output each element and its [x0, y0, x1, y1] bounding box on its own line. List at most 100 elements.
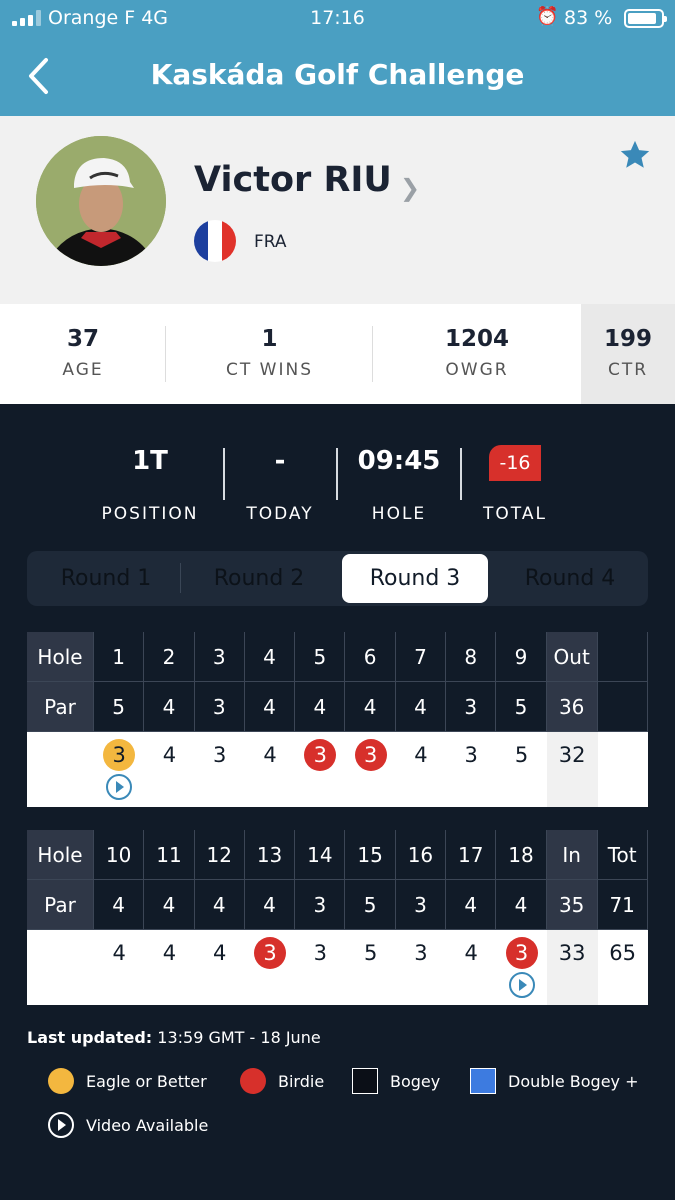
score-row: 4 4 4 3 3 5 3 4 3 33 65	[27, 930, 648, 1005]
chevron-right-icon[interactable]: ❯	[400, 174, 420, 202]
stat-value: 1204	[444, 326, 509, 352]
favorite-star-icon[interactable]	[618, 138, 652, 172]
par-header: Par	[27, 880, 94, 930]
scorecard-front-nine: Hole 1 2 3 4 5 6 7 8 9 Out Par 5 4 3 4 4 4 4 3 5 36 3 4 3 4 3 3 4 3 5 3…	[27, 632, 648, 807]
play-video-icon[interactable]	[106, 774, 133, 800]
par-value: 5	[94, 682, 145, 732]
score-value: 3	[213, 743, 227, 767]
score-cell: 3	[245, 930, 295, 1005]
subtotal-header: Out	[546, 632, 598, 682]
legend-double-bogey: Double Bogey +	[470, 1068, 639, 1094]
par-value: 5	[496, 682, 547, 732]
double-bogey-swatch	[470, 1068, 496, 1094]
score-cell: 4	[144, 930, 194, 1005]
par-value: 4	[144, 682, 195, 732]
stat-value: 199	[603, 326, 652, 352]
par-value: 4	[295, 682, 346, 732]
score-wrap: 4	[144, 937, 194, 969]
total-label: TOTAL	[483, 504, 547, 524]
score-wrap: 3	[396, 937, 446, 969]
score-cell: 3	[446, 732, 496, 807]
today-label: TODAY	[246, 504, 314, 524]
score-wrap: 3	[496, 937, 546, 969]
stat-value: 37	[66, 326, 99, 352]
hole-header: Hole	[27, 632, 94, 682]
score-value: 5	[363, 941, 378, 965]
play-video-icon[interactable]	[508, 972, 535, 998]
player-name[interactable]: Victor RIU	[194, 160, 392, 200]
summary-divider	[223, 448, 225, 500]
hole-label: HOLE	[371, 504, 427, 524]
tab-round-4[interactable]: Round 4	[495, 554, 645, 603]
par-value: 4	[395, 682, 447, 732]
stat-label: AGE	[62, 360, 104, 380]
legend-bogey: Bogey	[352, 1068, 440, 1094]
subtotal-score-cell: 32	[546, 732, 598, 807]
par-value: 4	[244, 880, 296, 930]
last-updated-label: Last updated:	[27, 1028, 153, 1047]
tab-round-3[interactable]: Round 3	[342, 554, 488, 603]
score-cell: 3	[295, 732, 345, 807]
legend-label: Birdie	[278, 1071, 325, 1091]
score-wrap: 3	[295, 739, 345, 771]
last-updated-value: 13:59 GMT - 18 June	[152, 1028, 321, 1047]
hole-number: 8	[446, 632, 497, 682]
score-wrap: 4	[144, 739, 194, 771]
subtotal-header: In	[546, 830, 598, 880]
score-wrap: 5	[345, 937, 395, 969]
par-value: 3	[395, 880, 447, 930]
score-wrap: 3	[295, 937, 345, 969]
bogey-swatch	[352, 1068, 378, 1094]
summary-divider	[336, 448, 338, 500]
hole-number: 7	[395, 632, 447, 682]
stat-ctr[interactable]: 199 CTR	[581, 304, 675, 404]
hole-number: 2	[144, 632, 195, 682]
summary-divider	[460, 448, 462, 500]
score-wrap: 3	[245, 937, 295, 969]
par-value: 4	[244, 682, 296, 732]
today-value: -	[274, 446, 286, 476]
stat-ct-wins: 1 CT WINS	[166, 304, 373, 404]
birdie-score: 3	[505, 937, 538, 969]
total-badge: -16	[489, 445, 541, 481]
par-value: 3	[194, 682, 245, 732]
subtotal-score: 33	[558, 941, 586, 965]
par-value: 4	[144, 880, 195, 930]
country-flag	[194, 220, 236, 262]
score-wrap: 5	[496, 739, 546, 771]
score-cell: 3	[496, 930, 546, 1005]
page-title: Kaskáda Golf Challenge	[150, 58, 525, 91]
par-row: Par 5 4 3 4 4 4 4 3 5 36	[27, 682, 648, 732]
legend-label: Double Bogey +	[508, 1071, 639, 1091]
empty-cell	[597, 632, 648, 682]
tab-round-2[interactable]: Round 2	[183, 554, 335, 603]
legend-label: Eagle or Better	[86, 1071, 207, 1091]
total-score: 65	[609, 941, 637, 965]
score-wrap: 4	[446, 937, 496, 969]
birdie-score: 3	[354, 739, 387, 771]
score-cell: 3	[345, 732, 395, 807]
score-value: 4	[112, 941, 126, 965]
score-cell: 4	[245, 732, 295, 807]
hole-number: 3	[194, 632, 245, 682]
score-value: 4	[162, 941, 177, 965]
par-value: 4	[345, 682, 396, 732]
position-label: POSITION	[101, 504, 199, 524]
hole-number: 15	[345, 830, 396, 880]
score-cell: 3	[396, 930, 446, 1005]
eagle-swatch	[48, 1068, 74, 1094]
summary-today: - TODAY	[230, 442, 330, 524]
player-avatar[interactable]	[36, 136, 166, 266]
hole-row: Hole 10 11 12 13 14 15 16 17 18 In Tot	[27, 830, 648, 880]
tab-round-1[interactable]: Round 1	[31, 554, 181, 603]
score-wrap: 3	[446, 739, 496, 771]
score-cell: 3	[195, 732, 245, 807]
score-wrap: 4	[396, 739, 446, 771]
subtotal-score-cell: 33	[546, 930, 598, 1005]
score-cell: 5	[496, 732, 546, 807]
par-value: 4	[94, 880, 145, 930]
legend-eagle: Eagle or Better	[48, 1068, 207, 1094]
subtotal-par: 36	[546, 682, 598, 732]
score-row: 3 4 3 4 3 3 4 3 5 32	[27, 732, 648, 807]
score-value: 4	[162, 743, 177, 767]
